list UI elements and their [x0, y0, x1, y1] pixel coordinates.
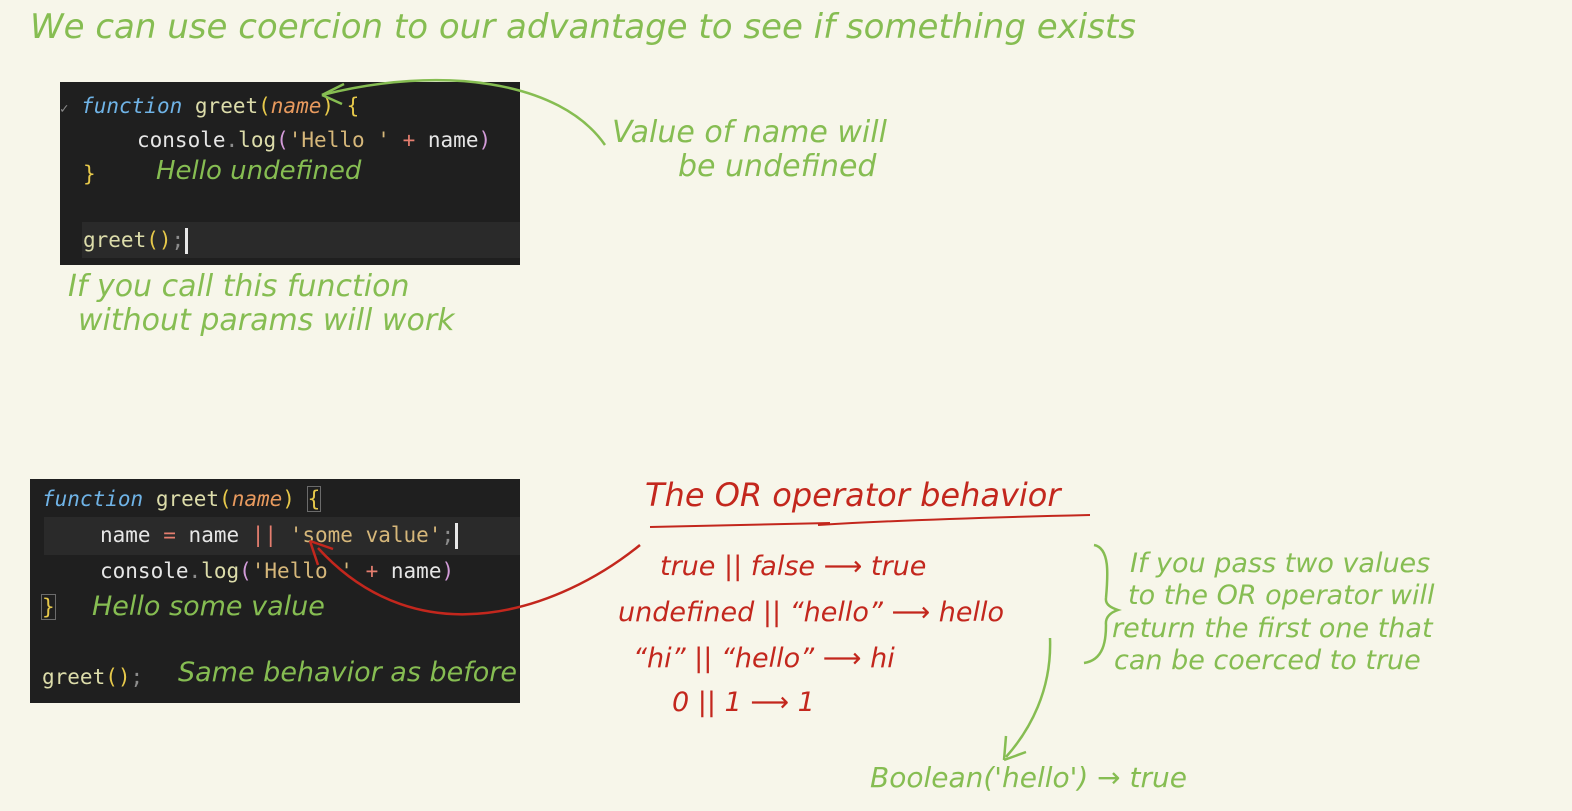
code1-line-2: console.log('Hello ' + name)	[137, 128, 492, 152]
code1-line-3: }	[83, 162, 96, 186]
code2-line-3: console.log('Hello ' + name)	[100, 559, 455, 583]
note-line: without params will work	[78, 302, 455, 338]
heading-underline-1	[649, 522, 831, 528]
page-title: We can use coercion to our advantage to …	[30, 7, 1136, 47]
code2-line-1: function greet(name) {	[42, 486, 322, 512]
or-example-2: undefined || “hello” ⟶ hello	[618, 597, 1005, 628]
or-heading: The OR operator behavior	[645, 476, 1061, 514]
text-cursor	[185, 228, 189, 254]
code1-line-1: ✓ function greet(name) {	[60, 94, 360, 118]
code-editor-2: function greet(name) { name = name || 's…	[30, 479, 520, 703]
note-line: be undefined	[678, 148, 877, 184]
note-value-of-name: Value of name will be undefined	[612, 116, 887, 183]
note-boolean-hello: Boolean('hello') → true	[870, 761, 1188, 794]
code1-annotation: Hello undefined	[156, 156, 362, 186]
code1-line-5: greet();	[83, 228, 189, 254]
note-or-explanation: If you pass two values to the OR operato…	[1112, 548, 1434, 678]
or-example-1: true || false ⟶ true	[660, 551, 927, 582]
code-editor-1: ✓ function greet(name) { console.log('He…	[60, 82, 520, 265]
note-line: to the OR operator will	[1128, 580, 1435, 612]
note-line: If you pass two values	[1130, 548, 1431, 579]
arrow-to-boolean	[1005, 637, 1052, 758]
or-example-4: 0 || 1 ⟶ 1	[672, 687, 815, 718]
code2-line-4: }	[41, 594, 56, 620]
note-line: Value of name will	[612, 115, 887, 150]
note-line: return the first one that	[1112, 612, 1433, 644]
note-call-without-params: If you call this function without params…	[68, 270, 455, 337]
note-line: can be coerced to true	[1114, 645, 1421, 677]
code2-annotation-same: Same behavior as before	[178, 657, 517, 688]
code2-line-2: name = name || 'some value';	[100, 523, 459, 549]
or-example-3: “hi” || “hello” ⟶ hi	[633, 643, 895, 674]
heading-underline-2	[817, 514, 1091, 526]
fold-chevron-icon[interactable]: ✓	[60, 101, 68, 117]
code2-line-6: greet();	[42, 665, 144, 689]
text-cursor	[455, 523, 459, 549]
code2-annotation-hello: Hello some value	[92, 591, 325, 622]
note-line: If you call this function	[68, 269, 410, 304]
arrowhead-icon	[1002, 735, 1027, 762]
